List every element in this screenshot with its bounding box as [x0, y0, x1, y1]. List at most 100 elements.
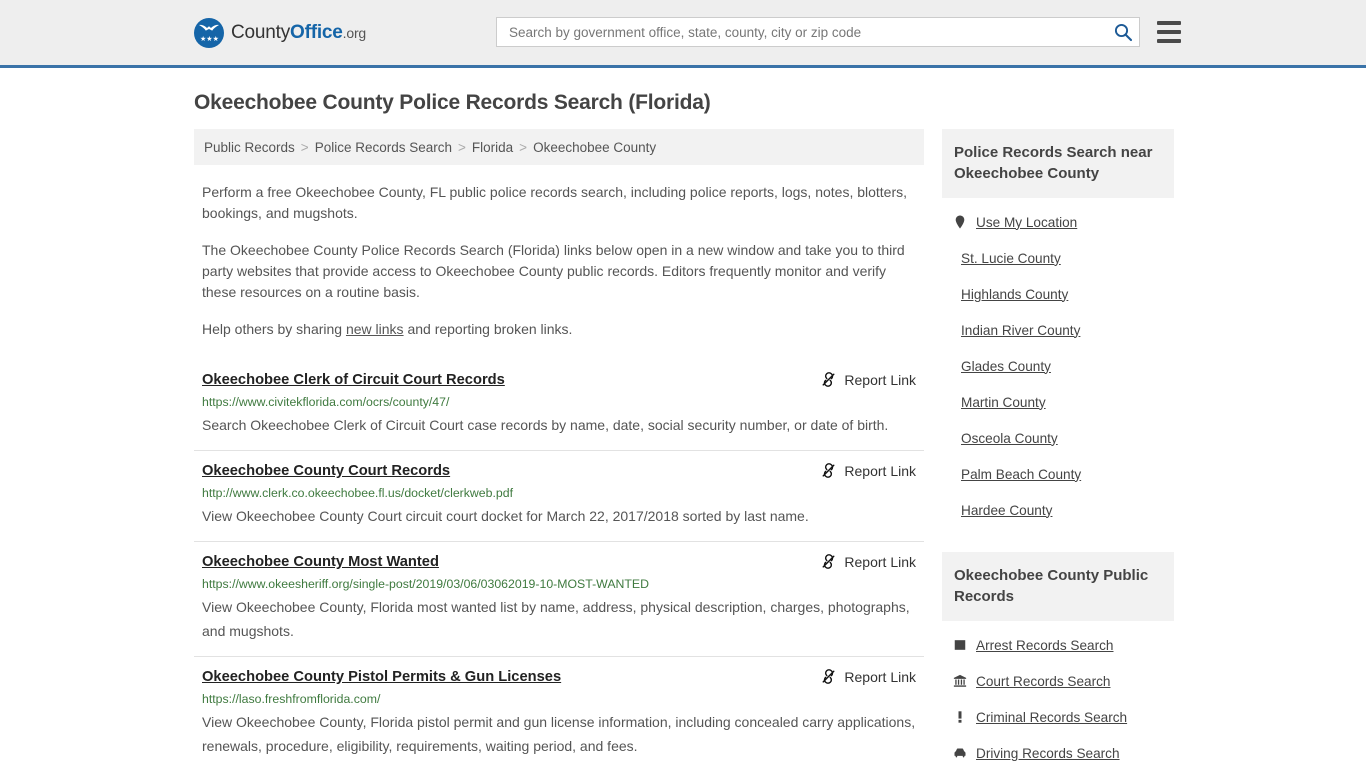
report-link-label: Report Link: [844, 371, 916, 388]
sidebar-public-records-list: Arrest Records Search Court Records Searc…: [942, 621, 1174, 768]
map-pin-icon: [952, 214, 967, 230]
breadcrumb: Public Records > Police Records Search >…: [194, 129, 924, 165]
intro-text: Perform a free Okeechobee County, FL pub…: [194, 182, 924, 340]
logo-text-county: County: [231, 21, 291, 43]
sidebar-item-st-lucie-county[interactable]: St. Lucie County: [942, 240, 1174, 276]
sidebar-item-label: Glades County: [961, 358, 1051, 374]
sidebar-item-label: Arrest Records Search: [976, 637, 1114, 653]
intro-paragraph-2: The Okeechobee County Police Records Sea…: [202, 242, 905, 300]
broken-link-icon: [822, 463, 835, 478]
sidebar-item-indian-river-county[interactable]: Indian River County: [942, 312, 1174, 348]
exclamation-icon: [952, 709, 967, 725]
logo-text-org: .org: [342, 24, 367, 41]
report-link-button[interactable]: Report Link: [820, 371, 916, 388]
breadcrumb-item-1[interactable]: Police Records Search: [315, 140, 452, 155]
sidebar-item-use-my-location[interactable]: Use My Location: [942, 204, 1174, 240]
result-description: View Okeechobee County, Florida most wan…: [202, 599, 910, 639]
sidebar-item-label: Criminal Records Search: [976, 709, 1128, 725]
hamburger-menu-icon[interactable]: [1157, 21, 1181, 43]
report-link-button[interactable]: Report Link: [820, 668, 916, 685]
breadcrumb-separator: >: [519, 139, 528, 155]
sidebar-item-label: Palm Beach County: [961, 466, 1082, 482]
sidebar-item-criminal-records-search[interactable]: Criminal Records Search: [942, 699, 1174, 735]
site-logo[interactable]: ★ ★ ★ CountyOffice.org: [194, 17, 367, 48]
result-item: Okeechobee Clerk of Circuit Court Record…: [194, 360, 924, 451]
result-title-link[interactable]: Okeechobee County Most Wanted: [202, 552, 439, 572]
header-search-area: [496, 17, 1181, 47]
result-url[interactable]: http://www.clerk.co.okeechobee.fl.us/doc…: [202, 485, 916, 502]
broken-link-icon: [822, 669, 835, 684]
report-link-label: Report Link: [844, 462, 916, 479]
sidebar-item-label: Hardee County: [961, 502, 1053, 518]
intro-paragraph-3: Help others by sharing new links and rep…: [202, 319, 916, 340]
result-item: Okeechobee County Court Records Report Li…: [194, 451, 924, 542]
page-title: Okeechobee County Police Records Search …: [194, 91, 711, 114]
sidebar-item-palm-beach-county[interactable]: Palm Beach County: [942, 456, 1174, 492]
sidebar-item-highlands-county[interactable]: Highlands County: [942, 276, 1174, 312]
page-container: Okeechobee County Police Records Search …: [0, 91, 1366, 768]
search-icon[interactable]: [1113, 22, 1133, 42]
sidebar-item-label: Highlands County: [961, 286, 1069, 302]
broken-link-icon: [822, 554, 835, 569]
courthouse-icon: [952, 673, 967, 689]
sidebar-item-label: Osceola County: [961, 430, 1058, 446]
broken-link-icon: [822, 372, 835, 387]
sidebar-item-label: Court Records Search: [976, 673, 1111, 689]
breadcrumb-separator: >: [300, 139, 309, 155]
site-header: ★ ★ ★ CountyOffice.org: [0, 0, 1366, 68]
new-links-link[interactable]: new links: [346, 321, 404, 337]
result-description: View Okeechobee County Court circuit cou…: [202, 508, 809, 524]
breadcrumb-item-0[interactable]: Public Records: [204, 140, 295, 155]
sidebar-item-label: Use My Location: [976, 214, 1078, 230]
sidebar-nearby-box: Police Records Search near Okeechobee Co…: [942, 129, 1174, 528]
main-column: Public Records > Police Records Search >…: [194, 129, 924, 768]
sidebar-item-hardee-county[interactable]: Hardee County: [942, 492, 1174, 528]
sidebar-item-arrest-records-search[interactable]: Arrest Records Search: [942, 627, 1174, 663]
sidebar-item-label: Driving Records Search: [976, 745, 1120, 761]
sidebar-item-osceola-county[interactable]: Osceola County: [942, 420, 1174, 456]
sidebar-public-records-box: Okeechobee County Public Records Arrest …: [942, 552, 1174, 768]
intro-paragraph-1: Perform a free Okeechobee County, FL pub…: [202, 184, 908, 221]
sidebar-item-label: Indian River County: [961, 322, 1081, 338]
sidebar-nearby-heading: Police Records Search near Okeechobee Co…: [942, 129, 1174, 198]
sidebar-item-court-records-search[interactable]: Court Records Search: [942, 663, 1174, 699]
fingerprint-square-icon: [952, 637, 967, 653]
report-link-button[interactable]: Report Link: [820, 553, 916, 570]
intro-p3-after: and reporting broken links.: [403, 321, 573, 337]
eagle-seal-icon: ★ ★ ★: [194, 17, 224, 48]
sidebar-item-martin-county[interactable]: Martin County: [942, 384, 1174, 420]
intro-p3-before: Help others by sharing: [202, 321, 346, 337]
result-url[interactable]: https://laso.freshfromflorida.com/: [202, 691, 916, 708]
result-title-link[interactable]: Okeechobee Clerk of Circuit Court Record…: [202, 370, 505, 390]
search-input[interactable]: [507, 23, 1113, 41]
car-icon: [952, 745, 967, 761]
content-row: Public Records > Police Records Search >…: [194, 129, 1174, 768]
result-url[interactable]: https://www.okeesheriff.org/single-post/…: [202, 576, 916, 593]
results-list: Okeechobee Clerk of Circuit Court Record…: [194, 360, 924, 768]
logo-text-office: Office: [290, 21, 343, 43]
breadcrumb-item-2[interactable]: Florida: [472, 140, 513, 155]
result-item: Okeechobee County Pistol Permits & Gun L…: [194, 657, 924, 768]
sidebar-item-label: St. Lucie County: [961, 250, 1061, 266]
result-url[interactable]: https://www.civitekflorida.com/ocrs/coun…: [202, 394, 916, 411]
result-description: View Okeechobee County, Florida pistol p…: [202, 714, 916, 754]
result-title-link[interactable]: Okeechobee County Court Records: [202, 461, 450, 481]
sidebar-item-driving-records-search[interactable]: Driving Records Search: [942, 735, 1174, 768]
sidebar-item-glades-county[interactable]: Glades County: [942, 348, 1174, 384]
breadcrumb-item-3: Okeechobee County: [533, 139, 657, 155]
result-header: Okeechobee County Most Wanted Report Link: [202, 552, 916, 572]
stars-glyph: ★ ★ ★: [200, 35, 219, 43]
eagle-glyph: [199, 24, 219, 31]
sidebar-nearby-list: Use My Location St. Lucie County Highlands…: [942, 198, 1174, 528]
result-description: Search Okeechobee Clerk of Circuit Court…: [202, 417, 889, 433]
result-item: Okeechobee County Most Wanted Report Link…: [194, 542, 924, 657]
result-header: Okeechobee County Pistol Permits & Gun L…: [202, 667, 916, 687]
result-title-link[interactable]: Okeechobee County Pistol Permits & Gun L…: [202, 667, 561, 687]
sidebar-item-label: Martin County: [961, 394, 1046, 410]
report-link-label: Report Link: [844, 553, 916, 570]
sidebar: Police Records Search near Okeechobee Co…: [942, 129, 1174, 768]
result-header: Okeechobee Clerk of Circuit Court Record…: [202, 370, 916, 390]
search-box[interactable]: [496, 17, 1140, 47]
report-link-button[interactable]: Report Link: [820, 462, 916, 479]
